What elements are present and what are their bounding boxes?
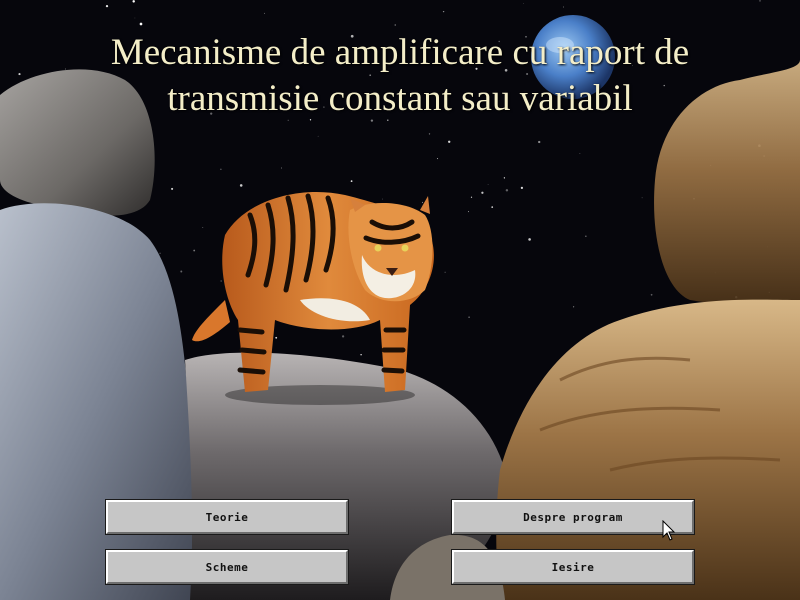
star xyxy=(180,270,183,273)
star xyxy=(382,198,383,200)
mouse-cursor-icon xyxy=(662,520,676,541)
star xyxy=(641,197,643,199)
star xyxy=(264,12,265,14)
star xyxy=(481,191,484,194)
star xyxy=(573,306,575,308)
teorie-button[interactable]: Teorie xyxy=(105,499,349,535)
star xyxy=(202,227,204,229)
star xyxy=(132,0,135,3)
star xyxy=(139,22,143,26)
star xyxy=(360,354,362,356)
star xyxy=(171,187,174,190)
star xyxy=(220,168,222,170)
star xyxy=(275,336,278,339)
scheme-button[interactable]: Scheme xyxy=(105,549,349,585)
star xyxy=(341,335,345,338)
star xyxy=(437,158,439,160)
star xyxy=(317,135,319,137)
star xyxy=(759,0,761,2)
star xyxy=(468,316,470,319)
star xyxy=(448,140,451,143)
despre-program-button[interactable]: Despre program xyxy=(451,499,695,535)
star xyxy=(350,180,353,182)
star xyxy=(239,184,243,187)
star xyxy=(394,24,396,26)
iesire-button[interactable]: Iesire xyxy=(451,549,695,585)
star xyxy=(585,235,587,237)
star xyxy=(428,133,431,135)
star xyxy=(523,3,524,5)
star xyxy=(159,252,161,254)
star xyxy=(505,189,509,192)
star xyxy=(579,153,581,154)
star xyxy=(563,6,565,8)
page-title: Mecanisme de amplificare cu raport de tr… xyxy=(0,30,800,122)
star xyxy=(134,17,136,19)
star xyxy=(538,140,541,144)
star xyxy=(487,184,489,185)
star xyxy=(220,280,222,282)
star xyxy=(520,186,524,190)
star xyxy=(468,211,469,213)
title-line-1: Mecanisme de amplificare cu raport de xyxy=(110,32,690,73)
star xyxy=(528,238,531,241)
star xyxy=(503,177,506,179)
title-line-2: transmisie constant sau variabil xyxy=(167,78,633,119)
star xyxy=(193,249,196,252)
star xyxy=(470,196,473,198)
star xyxy=(491,206,494,208)
star xyxy=(444,271,446,273)
star xyxy=(422,201,423,203)
star xyxy=(442,10,445,13)
star xyxy=(281,167,282,169)
star xyxy=(650,293,653,296)
star xyxy=(105,4,109,8)
